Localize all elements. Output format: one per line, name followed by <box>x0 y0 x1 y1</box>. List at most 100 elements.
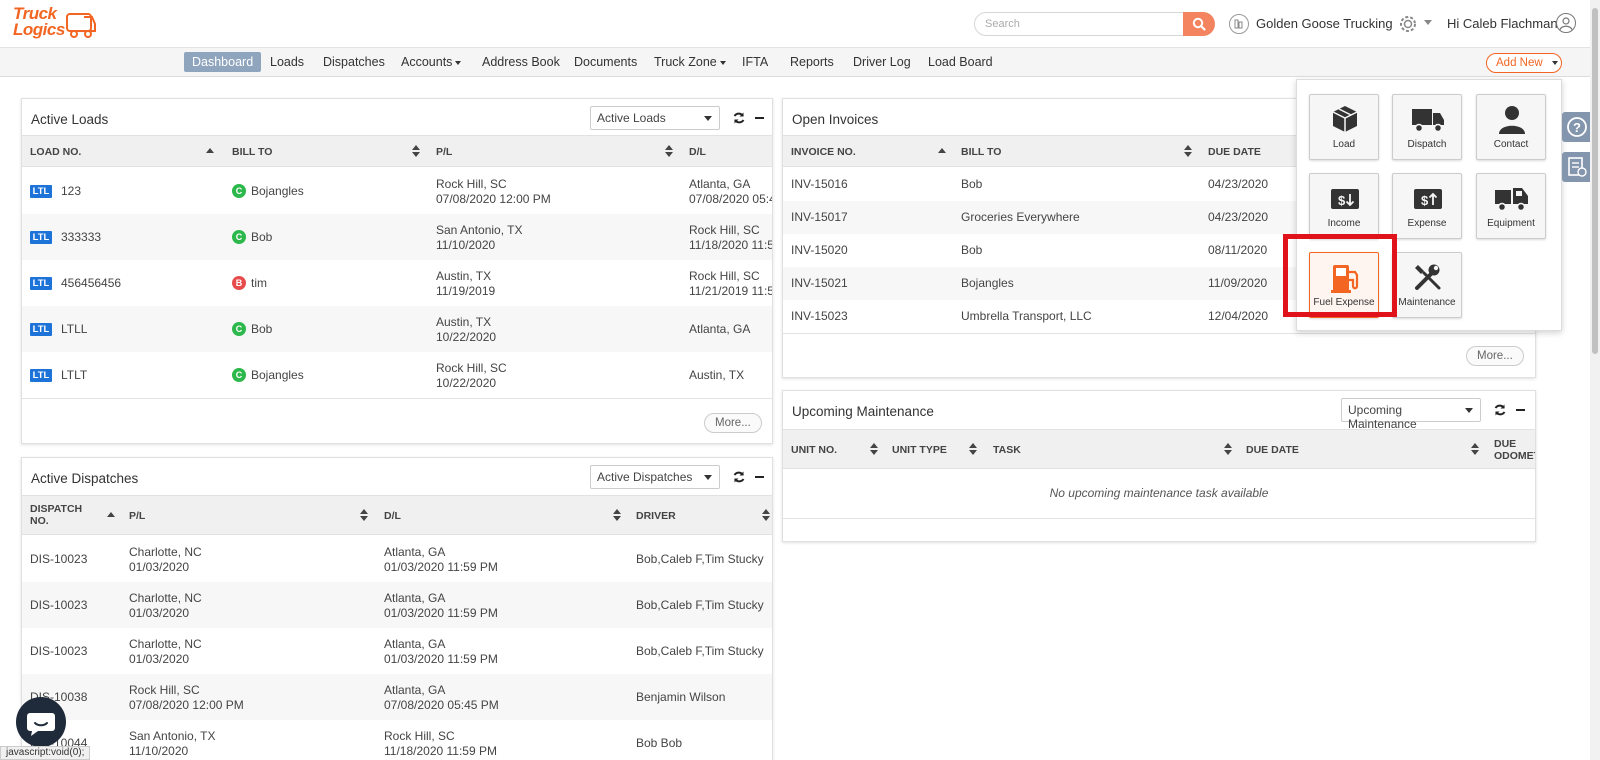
nav-accounts[interactable]: Accounts <box>393 52 469 72</box>
column-header[interactable]: BILL TO <box>232 146 272 158</box>
column-header[interactable]: P/L <box>129 510 145 522</box>
load-number[interactable]: 333333 <box>61 230 101 245</box>
load-number[interactable]: LTLT <box>61 368 87 383</box>
sort-icon[interactable] <box>969 443 977 455</box>
table-row[interactable]: DIS-10023 Charlotte, NC 01/03/2020 Atlan… <box>22 536 772 582</box>
load-number[interactable]: 456456456 <box>61 276 121 291</box>
column-header[interactable]: INVOICE NO. <box>791 146 856 158</box>
nav-documents[interactable]: Documents <box>566 52 645 72</box>
active-dispatches-select[interactable]: Active Dispatches <box>590 465 720 489</box>
nav-ifta[interactable]: IFTA <box>734 52 776 72</box>
upcoming-maintenance-select[interactable]: Upcoming Maintenance <box>1341 398 1481 431</box>
sort-icon[interactable] <box>665 145 673 157</box>
page-scrollbar[interactable] <box>1590 0 1600 760</box>
add-load-tile[interactable]: Load <box>1309 94 1379 160</box>
chat-widget-button[interactable] <box>16 697 66 747</box>
invoice-number[interactable]: INV-15023 <box>791 309 848 324</box>
invoice-number[interactable]: INV-15016 <box>791 177 848 192</box>
nav-load-board[interactable]: Load Board <box>920 52 1001 72</box>
refresh-icon[interactable] <box>732 470 746 484</box>
column-header[interactable]: UNIT TYPE <box>892 444 947 456</box>
settings-caret-icon[interactable] <box>1424 20 1432 25</box>
add-contact-tile[interactable]: Contact <box>1476 94 1546 160</box>
minus-icon[interactable] <box>753 111 767 125</box>
dispatch-number[interactable]: DIS-10023 <box>30 644 87 659</box>
table-row[interactable]: LTL 333333 C Bob San Antonio, TX 11/10/2… <box>22 214 772 260</box>
svg-text:?: ? <box>1573 120 1581 135</box>
user-greeting[interactable]: Hi Caleb Flachman <box>1447 16 1558 31</box>
more-button[interactable]: More... <box>1466 346 1524 366</box>
sort-icon[interactable] <box>613 509 621 521</box>
user-avatar-icon[interactable] <box>1556 13 1576 33</box>
add-equipment-tile[interactable]: Equipment <box>1476 173 1546 239</box>
column-header[interactable]: DISPATCH NO. <box>30 503 82 527</box>
refresh-icon[interactable] <box>732 111 746 125</box>
invoice-number[interactable]: INV-15021 <box>791 276 848 291</box>
caret-down-icon <box>1551 60 1558 65</box>
sort-asc-icon[interactable] <box>938 145 946 157</box>
nav-truck-zone[interactable]: Truck Zone <box>646 52 734 72</box>
dl-date: 01/03/2020 11:59 PM <box>384 560 498 574</box>
invoice-number[interactable]: INV-15020 <box>791 243 848 258</box>
dl-city: Austin, TX <box>689 368 745 382</box>
add-maintenance-tile[interactable]: Maintenance <box>1392 252 1462 318</box>
invoice-number[interactable]: INV-15017 <box>791 210 848 225</box>
more-button[interactable]: More... <box>704 413 762 433</box>
table-row[interactable]: LTL LTLL C Bob Austin, TX 10/22/2020 Atl… <box>22 306 772 352</box>
add-new-button[interactable]: Add New <box>1486 53 1562 73</box>
column-header[interactable]: UNIT NO. <box>791 444 837 456</box>
nav-reports[interactable]: Reports <box>782 52 842 72</box>
sort-icon[interactable] <box>870 443 878 455</box>
sort-icon[interactable] <box>1184 145 1192 157</box>
nav-dashboard[interactable]: Dashboard <box>184 52 262 72</box>
nav-address-book[interactable]: Address Book <box>474 52 568 72</box>
upcoming-maintenance-panel: Upcoming Maintenance Upcoming Maintenanc… <box>782 390 1536 542</box>
column-header[interactable]: BILL TO <box>961 146 1001 158</box>
column-header[interactable]: DRIVER <box>636 510 676 522</box>
column-header[interactable]: TASK <box>993 444 1021 456</box>
dispatch-number[interactable]: DIS-10023 <box>30 598 87 613</box>
column-header[interactable]: LOAD NO. <box>30 146 81 158</box>
truck-logics-logo[interactable]: Truck Logics <box>12 5 98 43</box>
search-button[interactable] <box>1183 12 1215 36</box>
column-header[interactable]: DUE DATE <box>1208 146 1261 158</box>
add-expense-tile[interactable]: $ Expense <box>1392 173 1462 239</box>
sort-icon[interactable] <box>762 509 770 521</box>
active-loads-select[interactable]: Active Loads <box>590 106 720 130</box>
minus-icon[interactable] <box>753 470 767 484</box>
sort-icon[interactable] <box>412 145 420 157</box>
search-input[interactable]: Search <box>974 12 1184 36</box>
table-row[interactable]: DIS-10023 Charlotte, NC 01/03/2020 Atlan… <box>22 628 772 674</box>
table-row[interactable]: DIS-10038 Rock Hill, SC 07/08/2020 12:00… <box>22 674 772 720</box>
sort-icon[interactable] <box>1224 443 1232 455</box>
column-header[interactable]: D/L <box>384 510 401 522</box>
table-row[interactable]: DIS-10023 Charlotte, NC 01/03/2020 Atlan… <box>22 582 772 628</box>
load-number[interactable]: LTLL <box>61 322 87 337</box>
nav-loads[interactable]: Loads <box>262 52 312 72</box>
help-button[interactable]: ? <box>1562 112 1590 142</box>
pl-date: 01/03/2020 <box>129 652 190 666</box>
minus-icon[interactable] <box>1514 403 1528 417</box>
gear-icon[interactable] <box>1396 12 1420 36</box>
sort-icon[interactable] <box>360 509 368 521</box>
checklist-button[interactable] <box>1562 152 1590 182</box>
sort-asc-icon[interactable] <box>206 145 214 157</box>
table-row[interactable]: LTL LTLT C Bojangles Rock Hill, SC 10/22… <box>22 352 772 398</box>
table-row[interactable]: DIS-10044 San Antonio, TX 11/10/2020 Roc… <box>22 720 772 760</box>
column-header[interactable]: DUE ODOMET <box>1494 438 1535 462</box>
column-header[interactable]: D/L <box>689 146 706 158</box>
column-header[interactable]: P/L <box>436 146 452 158</box>
nav-dispatches[interactable]: Dispatches <box>315 52 393 72</box>
table-row[interactable]: LTL 456456456 B tim Austin, TX 11/19/201… <box>22 260 772 306</box>
load-number[interactable]: 123 <box>61 184 81 199</box>
table-row[interactable]: LTL 123 C Bojangles Rock Hill, SC 07/08/… <box>22 168 772 214</box>
dispatch-number[interactable]: DIS-10023 <box>30 552 87 567</box>
scrollbar-thumb[interactable] <box>1592 8 1598 354</box>
add-dispatch-tile[interactable]: Dispatch <box>1392 94 1462 160</box>
refresh-icon[interactable] <box>1493 403 1507 417</box>
column-header[interactable]: DUE DATE <box>1246 444 1299 456</box>
nav-driver-log[interactable]: Driver Log <box>845 52 919 72</box>
sort-icon[interactable] <box>1471 443 1479 455</box>
sort-asc-icon[interactable] <box>107 509 115 521</box>
add-income-tile[interactable]: $ Income <box>1309 173 1379 239</box>
